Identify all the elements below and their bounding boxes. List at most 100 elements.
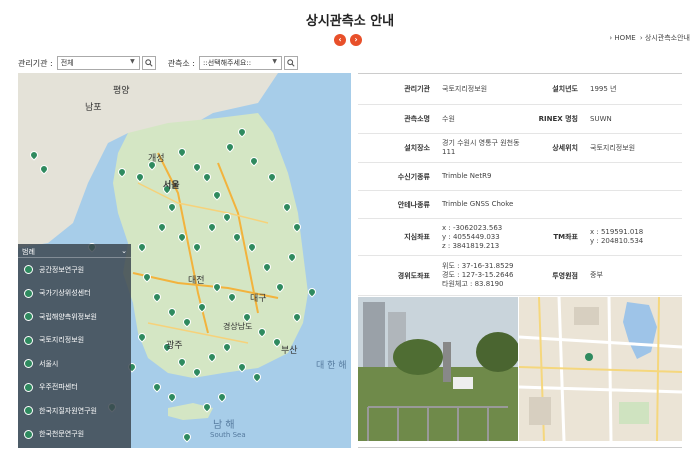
map-pin-icon[interactable] xyxy=(191,161,203,173)
map-pin-icon[interactable] xyxy=(211,281,223,293)
map-pin-icon[interactable] xyxy=(166,391,178,403)
map-pin-icon xyxy=(24,288,33,298)
filter-bar: 관리기관 : 전체 ▼ 관측소 : ::선택해주세요:: ▼ xyxy=(18,56,299,70)
map-pin-icon[interactable] xyxy=(191,241,203,253)
map-pin-icon[interactable] xyxy=(166,201,178,213)
agency-select[interactable]: 전체 ▼ xyxy=(56,56,140,70)
info-label: 설치장소 xyxy=(404,144,430,152)
collapse-icon[interactable]: ⌄ xyxy=(121,247,127,255)
map-pin-icon[interactable] xyxy=(306,286,318,298)
legend-item[interactable]: 한국천문연구원 xyxy=(18,423,131,447)
map-pin-icon[interactable] xyxy=(134,171,146,183)
map-pin-icon[interactable] xyxy=(211,189,223,201)
map-pin-icon[interactable] xyxy=(201,401,213,413)
info-label: 투영원점 xyxy=(552,271,578,280)
map-pin-icon[interactable] xyxy=(248,155,260,167)
map-pin-icon[interactable] xyxy=(224,141,236,153)
station-label: 관측소 : xyxy=(167,58,196,68)
map-pin-icon[interactable] xyxy=(151,291,163,303)
legend-item[interactable]: 한국지질자원연구원 xyxy=(18,399,131,423)
map-pin-icon[interactable] xyxy=(181,316,193,328)
map-label-daegu: 대구 xyxy=(250,294,267,304)
map-pin-icon[interactable] xyxy=(274,281,286,293)
map-legend: 범례 ⌄ 공간정보연구원 국가기상위성센터 국립해양측위정보원 국토지리정보원 … xyxy=(18,244,131,448)
map-pin-icon[interactable] xyxy=(291,311,303,323)
info-value: 수원 xyxy=(442,114,455,123)
info-value: 1995 년 xyxy=(590,84,617,93)
map-pin-icon[interactable] xyxy=(176,146,188,158)
legend-item[interactable]: 공간정보연구원 xyxy=(18,258,131,282)
info-label: TM좌표 xyxy=(553,233,578,241)
divider xyxy=(358,447,682,448)
legend-item-label: 공간정보연구원 xyxy=(39,265,85,274)
legend-item[interactable]: 서울시 xyxy=(18,352,131,376)
search-icon xyxy=(287,59,295,67)
legend-item[interactable]: 우주전파센터 xyxy=(18,376,131,400)
station-search-button[interactable] xyxy=(284,56,299,70)
map-pin-icon[interactable] xyxy=(261,261,273,273)
info-label: 관리기관 xyxy=(404,85,430,93)
map-pin-icon[interactable] xyxy=(28,149,40,161)
legend-item[interactable]: 국토지리정보원 xyxy=(18,329,131,353)
map-pin-icon xyxy=(24,335,33,345)
station-select[interactable]: ::선택해주세요:: ▼ xyxy=(199,56,283,70)
map-pin-icon[interactable] xyxy=(166,306,178,318)
map-pin-icon[interactable] xyxy=(151,381,163,393)
info-row: 지심좌표 x : -3062023.563 y : 4055449.033 z … xyxy=(358,219,682,256)
agency-search-button[interactable] xyxy=(141,56,156,70)
map-pin-icon[interactable] xyxy=(181,431,193,443)
map-pin-icon[interactable] xyxy=(38,163,50,175)
legend-item[interactable]: 국가기상위성센터 xyxy=(18,282,131,306)
breadcrumb-home[interactable]: › HOME xyxy=(609,34,635,42)
breadcrumb-current[interactable]: › 상시관측소안내 xyxy=(640,34,690,42)
map-pin-icon[interactable] xyxy=(231,231,243,243)
info-value: x : 519591.018 y : 204810.534 xyxy=(590,228,644,245)
legend-item-label: 국토지리정보원 xyxy=(39,336,85,345)
info-value: Trimble GNSS Choke xyxy=(442,200,514,208)
map-pin-icon[interactable] xyxy=(206,221,218,233)
map-pin-icon[interactable] xyxy=(141,271,153,283)
info-value: 위도 : 37-16-31.8529 경도 : 127-3-15.2646 타원… xyxy=(442,262,514,288)
info-row: 경위도좌표 위도 : 37-16-31.8529 경도 : 127-3-15.2… xyxy=(358,256,682,296)
map-pin-icon[interactable] xyxy=(206,351,218,363)
map-pin-icon[interactable] xyxy=(196,301,208,313)
map-pin-icon[interactable] xyxy=(116,166,128,178)
map-pin-icon[interactable] xyxy=(156,221,168,233)
map-pin-icon[interactable] xyxy=(136,331,148,343)
map-pin-icon[interactable] xyxy=(216,391,228,403)
map-pin-icon[interactable] xyxy=(286,251,298,263)
station-photo xyxy=(358,297,518,441)
info-label: 관측소명 xyxy=(404,115,430,123)
info-label: 수신기종류 xyxy=(397,172,430,181)
map-pin-icon[interactable] xyxy=(281,201,293,213)
map-pin-icon[interactable] xyxy=(221,211,233,223)
map-pin-icon[interactable] xyxy=(226,291,238,303)
station-photo-image xyxy=(358,297,518,441)
map-pin-icon[interactable] xyxy=(236,361,248,373)
map-pin-icon[interactable] xyxy=(221,341,233,353)
map-pin-icon[interactable] xyxy=(266,171,278,183)
search-icon xyxy=(144,59,153,67)
next-arrow-icon[interactable]: › xyxy=(350,34,362,46)
prev-arrow-icon[interactable]: ‹ xyxy=(334,34,346,46)
map-pin-icon xyxy=(24,359,33,369)
map-pin-icon[interactable] xyxy=(236,126,248,138)
map-pin-icon[interactable] xyxy=(176,356,188,368)
map-pin-icon[interactable] xyxy=(246,241,258,253)
map-pin-icon[interactable] xyxy=(256,326,268,338)
map-pin-icon[interactable] xyxy=(201,171,213,183)
map-pin-icon[interactable] xyxy=(136,241,148,253)
map-pin-icon[interactable] xyxy=(251,371,263,383)
map-pin-icon[interactable] xyxy=(176,231,188,243)
info-value: 경기 수원시 영통구 원천동 111 xyxy=(442,139,520,156)
map-pin-icon xyxy=(24,406,33,416)
legend-item-label: 우주전파센터 xyxy=(39,383,78,392)
map-label-gwangju: 광주 xyxy=(166,341,183,351)
legend-item-label: 국가기상위성센터 xyxy=(39,289,91,298)
map-pin-icon[interactable] xyxy=(191,366,203,378)
info-label: 상세위치 xyxy=(552,144,578,152)
map-pin-icon xyxy=(24,382,33,392)
station-location-minimap[interactable] xyxy=(519,297,682,441)
map-pin-icon[interactable] xyxy=(291,221,303,233)
legend-item[interactable]: 국립해양측위정보원 xyxy=(18,305,131,329)
